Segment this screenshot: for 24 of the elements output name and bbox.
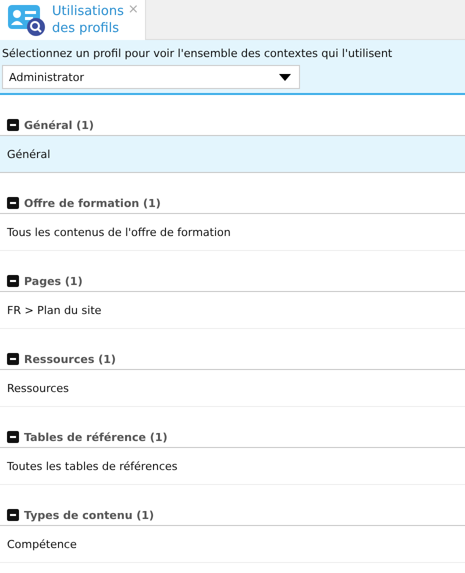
context-row[interactable]: Toutes les tables de références (0, 448, 465, 485)
group-title: Général (1) (24, 118, 94, 132)
context-row[interactable]: Ressources (0, 370, 465, 407)
group-title: Ressources (1) (24, 352, 116, 366)
group-title: Pages (1) (24, 274, 83, 288)
user-search-icon (8, 3, 48, 37)
instruction-text: Sélectionnez un profil pour voir l'ensemble des contextes qui l'utilisent (2, 47, 394, 60)
context-row[interactable]: FR > Plan du site (0, 292, 465, 329)
collapse-icon[interactable] (7, 197, 19, 209)
collapse-icon[interactable] (7, 353, 19, 365)
collapse-icon[interactable] (7, 119, 19, 131)
context-row[interactable]: Tous les contenus de l'offre de formation (0, 214, 465, 251)
collapse-icon[interactable] (7, 509, 19, 521)
caret-icon (279, 74, 291, 80)
context-row[interactable]: Général (0, 136, 465, 173)
profile-usage-tab[interactable]: Utilisations des profils × (0, 0, 146, 40)
group-title: Types de contenu (1) (24, 508, 154, 522)
collapse-icon[interactable] (7, 275, 19, 287)
group-title: Offre de formation (1) (24, 196, 161, 210)
profile-select[interactable]: Administrator (2, 65, 300, 89)
collapse-icon[interactable] (7, 431, 19, 443)
group-title: Tables de référence (1) (24, 430, 168, 444)
tab-title: Utilisations des profils (52, 3, 124, 37)
context-row[interactable]: Compétence (0, 526, 465, 563)
